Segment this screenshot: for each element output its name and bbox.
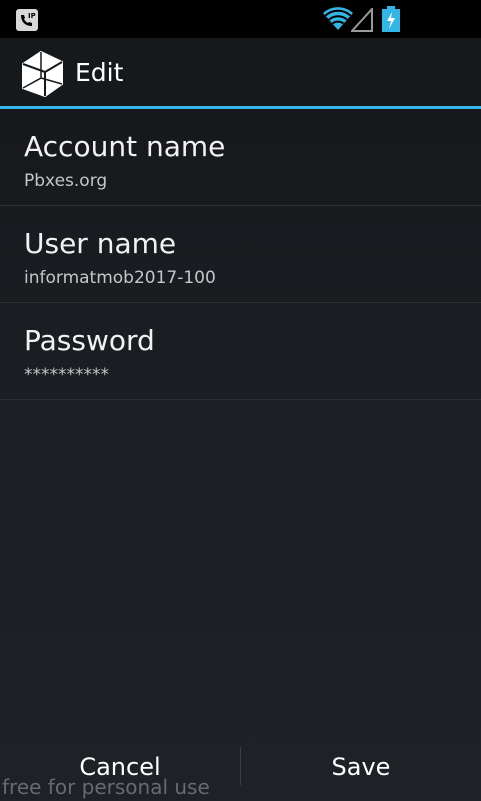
user-name-label: User name <box>24 227 177 260</box>
user-name-item[interactable]: User name informatmob2017-100 <box>0 206 481 303</box>
edit-account-screen: IP Edit Account name Pbxes.org User name… <box>0 0 481 801</box>
status-bar: IP <box>0 0 481 38</box>
battery-charging-icon <box>381 6 401 32</box>
watermark-text: free for personal use <box>2 775 210 799</box>
account-name-label: Account name <box>24 130 226 163</box>
account-name-item[interactable]: Account name Pbxes.org <box>0 109 481 206</box>
account-name-value: Pbxes.org <box>24 171 108 191</box>
account-fields-list: Account name Pbxes.org User name informa… <box>0 109 481 400</box>
wifi-icon <box>322 7 354 31</box>
app-cube-icon[interactable] <box>20 50 66 98</box>
svg-text:IP: IP <box>28 12 36 20</box>
save-button[interactable]: Save <box>241 733 481 801</box>
sip-phone-icon: IP <box>16 9 38 31</box>
page-title: Edit <box>75 58 124 87</box>
password-item[interactable]: Password ********** <box>0 303 481 400</box>
action-bar: Edit <box>0 38 481 106</box>
signal-icon <box>349 6 373 32</box>
password-label: Password <box>24 324 155 357</box>
user-name-value: informatmob2017-100 <box>24 268 216 288</box>
password-value: ********** <box>24 365 109 385</box>
